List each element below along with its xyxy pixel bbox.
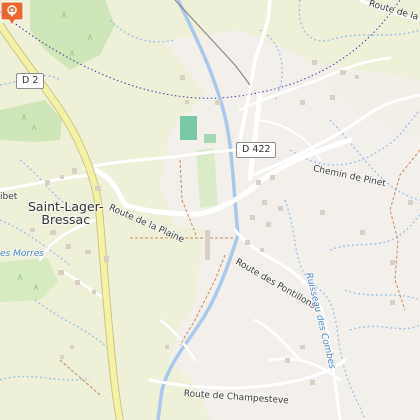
road-shield-d2: D 2 [16,73,45,89]
map-canvas[interactable]: D 2 D 422 Saint-Lager- Bressac Route de … [0,0,420,420]
location-pin-icon[interactable] [0,0,24,26]
town-label: Saint-Lager- Bressac [28,200,104,226]
water-label-morres: es Morres [0,249,44,259]
wood-north [30,0,115,70]
town-label-line2: Bressac [41,212,91,228]
wood-southwest [0,258,58,302]
road-label-fragment: ibet [0,192,18,202]
road-shield-d422: D 422 [236,142,277,158]
sports-field [180,116,197,140]
sports-field-2 [204,134,216,143]
